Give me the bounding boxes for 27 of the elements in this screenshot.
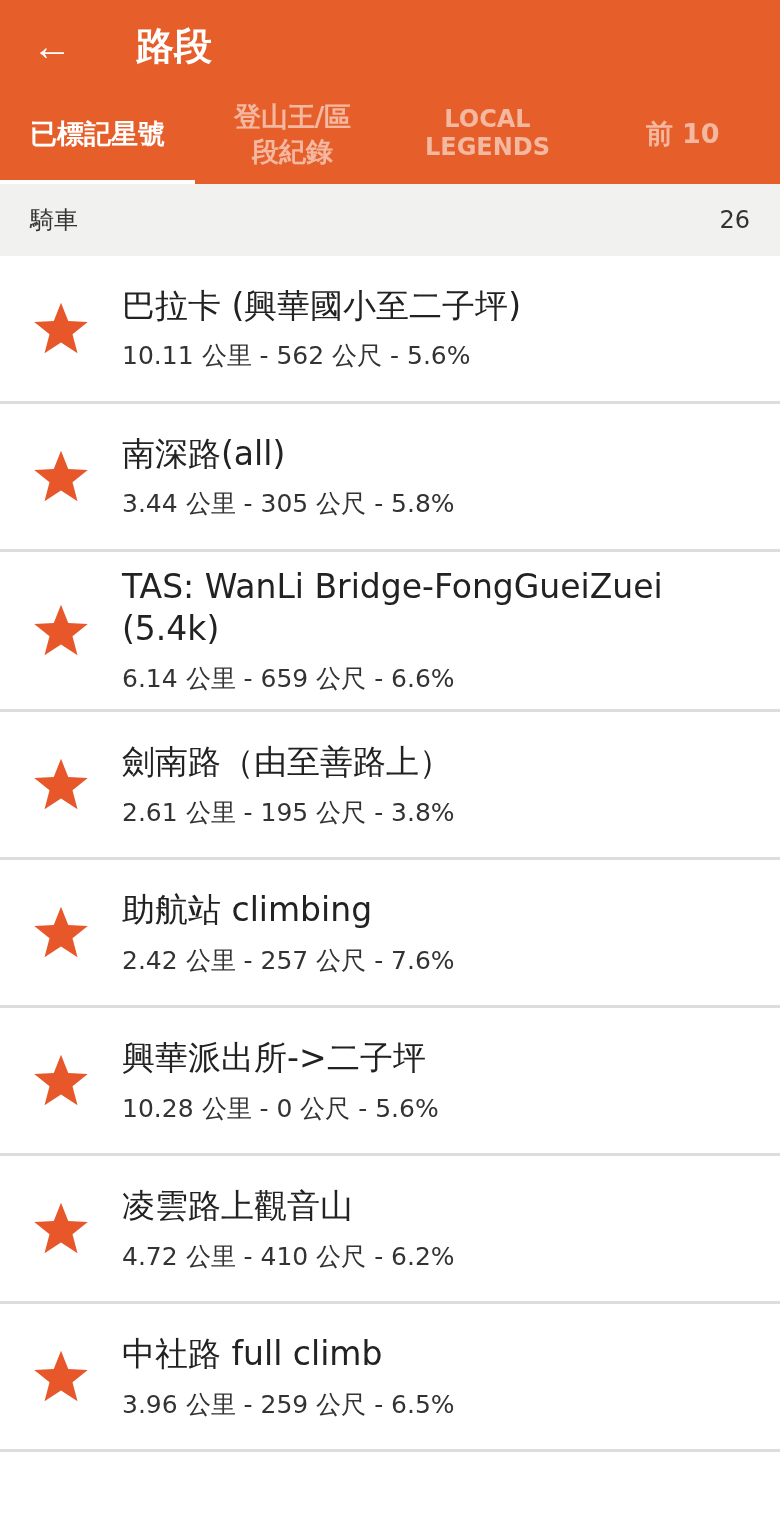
segment-item[interactable]: 南深路(all) 3.44 公里 - 305 公尺 - 5.8% [0, 404, 780, 552]
segment-item[interactable]: 興華派出所->二子坪 10.28 公里 - 0 公尺 - 5.6% [0, 1008, 780, 1157]
segment-count: 26 [719, 206, 750, 234]
segment-stats: 2.61 公里 - 195 公尺 - 3.8% [122, 796, 455, 829]
page-title: 路段 [136, 22, 212, 70]
segment-name: TAS: WanLi Bridge-FongGueiZuei (5.4k) [122, 566, 664, 651]
segment-name: 中社路 full climb [122, 1333, 384, 1376]
segment-name: 凌雲路上觀音山 [122, 1185, 354, 1228]
segment-name: 劍南路（由至善路上） [122, 741, 453, 784]
segment-name: 助航站 climbing [122, 889, 374, 932]
section-title: 騎車 [30, 205, 78, 236]
segment-stats: 2.42 公里 - 257 公尺 - 7.6% [122, 944, 455, 977]
segment-item[interactable]: 巴拉卡 (興華國小至二子坪) 10.11 公里 - 562 公尺 - 5.6% [0, 256, 780, 404]
segment-name: 巴拉卡 (興華國小至二子坪) [122, 284, 522, 327]
segment-name: 南深路(all) [122, 432, 287, 475]
segment-stats: 4.72 公里 - 410 公尺 - 6.2% [122, 1240, 455, 1273]
segment-name: 興華派出所->二子坪 [122, 1037, 427, 1080]
segment-item[interactable]: 劍南路（由至善路上） 2.61 公里 - 195 公尺 - 3.8% [0, 712, 780, 861]
segment-item[interactable]: 凌雲路上觀音山 4.72 公里 - 410 公尺 - 6.2% [0, 1156, 780, 1305]
segment-stats: 3.44 公里 - 305 公尺 - 5.8% [122, 488, 455, 521]
segment-item[interactable]: 助航站 climbing 2.42 公里 - 257 公尺 - 7.6% [0, 860, 780, 1009]
segment-stats: 10.28 公里 - 0 公尺 - 5.6% [122, 1092, 439, 1125]
segment-item[interactable]: 中社路 full climb 3.96 公里 - 259 公尺 - 6.5% [0, 1304, 780, 1453]
segment-stats: 6.14 公里 - 659 公尺 - 6.6% [122, 663, 456, 696]
segment-stats: 10.11 公里 - 562 公尺 - 5.6% [122, 340, 472, 373]
segment-stats: 3.96 公里 - 259 公尺 - 6.5% [122, 1388, 455, 1421]
segment-item[interactable]: TAS: WanLi Bridge-FongGueiZuei (5.4k) 6.14 公里 - 659 公尺 - 6.6% [0, 552, 780, 713]
